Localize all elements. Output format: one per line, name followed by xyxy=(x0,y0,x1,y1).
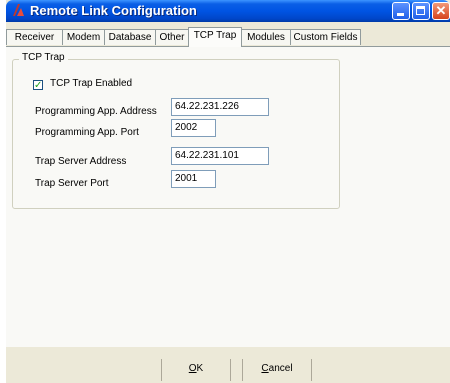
tab-strip: Receiver Modem Database Other TCP Trap M… xyxy=(6,27,450,47)
window-title: Remote Link Configuration xyxy=(30,3,197,18)
tcp-trap-enabled-label[interactable]: TCP Trap Enabled xyxy=(50,78,132,89)
cancel-button[interactable]: Cancel xyxy=(242,359,312,381)
tab-receiver[interactable]: Receiver xyxy=(6,29,63,45)
button-bar: OK Cancel xyxy=(6,353,450,383)
tab-modem[interactable]: Modem xyxy=(62,29,105,45)
group-legend: TCP Trap xyxy=(19,52,68,63)
minimize-button[interactable] xyxy=(392,2,410,20)
minimize-icon xyxy=(397,13,404,16)
tcp-trap-enabled-checkbox[interactable]: ✓ xyxy=(33,80,43,91)
close-button[interactable]: ✕ xyxy=(432,2,450,20)
ok-mnemonic: O xyxy=(188,363,197,374)
title-bar[interactable]: Remote Link Configuration ✕ xyxy=(6,0,450,22)
trap-server-address-label: Trap Server Address xyxy=(35,156,127,167)
tab-other[interactable]: Other xyxy=(155,29,189,45)
tab-tcp-trap[interactable]: TCP Trap xyxy=(188,27,242,47)
check-mark-icon: ✓ xyxy=(34,80,43,91)
programming-app-address-label: Programming App. Address xyxy=(35,106,157,117)
remote-link-configuration-window: Remote Link Configuration ✕ Receiver Mod… xyxy=(6,0,450,383)
ok-button[interactable]: OK xyxy=(161,359,231,381)
close-icon: ✕ xyxy=(435,3,447,18)
maximize-icon xyxy=(416,6,425,15)
programming-app-port-input[interactable]: 2002 xyxy=(171,119,216,137)
maximize-button[interactable] xyxy=(412,2,430,20)
ok-label-rest: K xyxy=(196,363,204,374)
tab-custom-fields[interactable]: Custom Fields xyxy=(290,29,361,45)
tab-modules[interactable]: Modules xyxy=(241,29,291,45)
cancel-label-rest: ancel xyxy=(268,363,293,374)
app-icon xyxy=(13,4,24,16)
trap-server-port-label: Trap Server Port xyxy=(35,178,109,189)
programming-app-address-input[interactable]: 64.22.231.226 xyxy=(171,98,269,116)
trap-server-address-input[interactable]: 64.22.231.101 xyxy=(171,147,269,165)
trap-server-port-input[interactable]: 2001 xyxy=(171,170,216,188)
cancel-mnemonic: C xyxy=(261,363,269,374)
programming-app-port-label: Programming App. Port xyxy=(35,127,139,138)
tab-database[interactable]: Database xyxy=(104,29,156,45)
